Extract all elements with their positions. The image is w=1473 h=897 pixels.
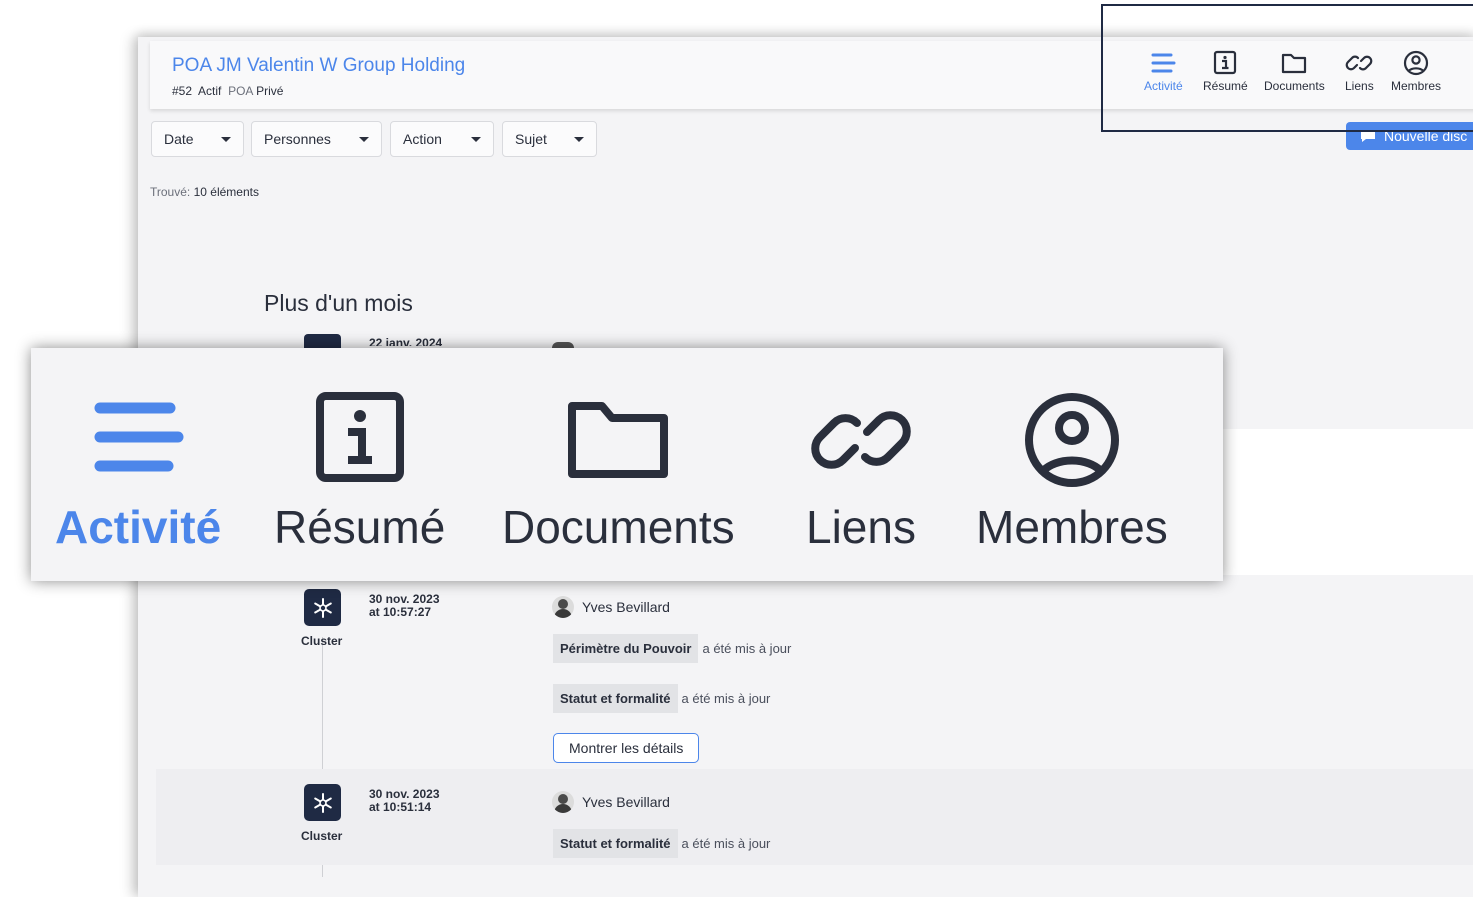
content-band	[1218, 429, 1473, 575]
change-text: a été mis à jour	[681, 691, 771, 706]
entry-author: Yves Bevillard	[552, 596, 670, 618]
show-details-button[interactable]: Montrer les détails	[553, 733, 700, 763]
tab-label: Membres	[976, 501, 1168, 553]
tab-label: Documents	[502, 501, 735, 553]
caret-down-icon	[359, 136, 369, 142]
zoom-tab-activite[interactable]: Activité	[55, 388, 221, 554]
change-item: Périmètre du Pouvoir a été mis à jour	[553, 634, 791, 663]
entry-date: 22 janv. 2024	[369, 336, 443, 346]
cluster-icon	[304, 334, 341, 348]
entry-date: 30 nov. 2023 at 10:51:14	[369, 788, 440, 814]
avatar	[552, 596, 574, 618]
change-text: a été mis à jour	[702, 641, 792, 656]
change-item: Statut et formalité a été mis à jour	[553, 829, 770, 858]
avatar	[552, 791, 574, 813]
snowflake-icon	[313, 792, 332, 813]
results-prefix: Trouvé:	[150, 185, 191, 199]
page-title[interactable]: POA JM Valentin W Group Holding	[172, 55, 465, 77]
record-type: POA	[228, 84, 253, 98]
field-chip: Statut et formalité	[553, 829, 678, 858]
change-item: Statut et formalité a été mis à jour	[553, 684, 770, 713]
field-chip: Statut et formalité	[553, 684, 678, 713]
zoom-tab-resume[interactable]: Résumé	[274, 388, 445, 554]
author-name: Yves Bevillard	[582, 599, 670, 615]
filter-personnes[interactable]: Personnes	[251, 121, 382, 157]
filter-label: Personnes	[264, 131, 331, 147]
filter-label: Date	[164, 131, 194, 147]
info-box-icon	[315, 392, 404, 482]
tab-label: Liens	[806, 501, 916, 553]
zoom-tab-documents[interactable]: Documents	[502, 388, 735, 554]
filter-label: Action	[403, 131, 442, 147]
caret-down-icon	[471, 136, 481, 142]
entry-date: 30 nov. 2023 at 10:57:27	[369, 593, 440, 619]
highlight-box	[1101, 4, 1473, 132]
entry-author: Yves Bevillard	[552, 791, 670, 813]
filter-label: Sujet	[515, 131, 547, 147]
change-text: a été mis à jour	[681, 836, 771, 851]
caret-down-icon	[221, 136, 231, 142]
entry-time: at 10:51:14	[369, 800, 432, 814]
status-badge: Actif	[198, 84, 222, 98]
menu-lines-icon	[94, 402, 184, 472]
cluster-icon	[304, 784, 341, 821]
source-label: Cluster	[301, 829, 343, 843]
results-count: Trouvé: 10 éléments	[150, 185, 259, 199]
page-subtitle: #52 Actif POA Privé	[172, 84, 283, 98]
user-circle-icon	[1024, 393, 1119, 487]
record-id: #52	[172, 84, 193, 98]
author-name: Yves Bevillard	[582, 794, 670, 810]
filter-action[interactable]: Action	[390, 121, 494, 157]
cluster-icon	[304, 589, 341, 626]
filter-date[interactable]: Date	[151, 121, 244, 157]
source-label: Cluster	[301, 634, 343, 648]
section-title: Plus d'un mois	[264, 290, 413, 316]
snowflake-icon	[313, 597, 332, 618]
entry-time: at 10:57:27	[369, 605, 432, 619]
filter-sujet[interactable]: Sujet	[502, 121, 597, 157]
tab-label: Résumé	[274, 501, 446, 553]
field-chip: Périmètre du Pouvoir	[553, 634, 699, 663]
caret-down-icon	[574, 136, 584, 142]
zoom-tab-liens[interactable]: Liens	[806, 388, 916, 554]
zoom-callout: Activité Résumé Documents Liens Membres	[31, 348, 1223, 581]
folder-icon	[568, 402, 669, 478]
entry-background	[156, 769, 1473, 865]
visibility-badge: Privé	[256, 84, 284, 98]
tab-label: Activité	[55, 501, 222, 553]
link-icon	[811, 411, 911, 469]
zoom-tab-membres[interactable]: Membres	[976, 388, 1168, 554]
results-value: 10 éléments	[193, 185, 259, 199]
